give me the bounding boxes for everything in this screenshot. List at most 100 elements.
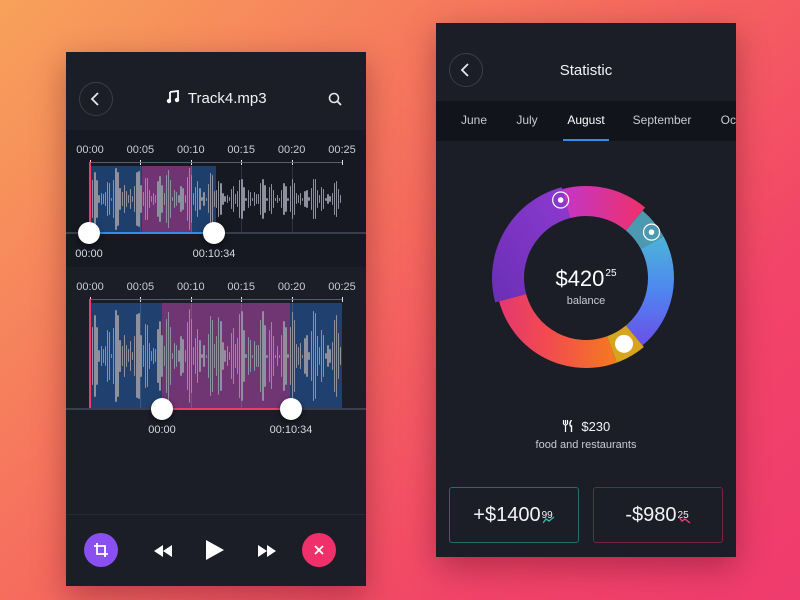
waveform-bar [148,342,151,370]
waveform-bar [308,352,310,360]
waveform-bar [268,187,270,211]
tab-july[interactable]: July [516,113,537,127]
expense-card[interactable]: -$980 25 [593,487,723,543]
month-tabs: June July August September Oct [436,101,736,141]
back-button[interactable] [79,82,113,116]
balance-dollars: $420 [555,266,605,291]
waveform-bar [293,319,296,393]
timeline-tick-label: 00:10 [177,281,205,293]
income-amount: +$1400 [473,503,541,526]
waveform-bar [329,196,331,202]
trim-start-handle[interactable] [151,398,173,420]
trim-start-time: 00:00 [148,424,176,436]
waveform-bar [205,197,207,201]
waveform-bar [106,181,109,217]
waveform-bar [295,193,298,205]
waveform-bar [119,339,121,373]
tab-september[interactable]: September [633,113,692,127]
waveform-bar [127,194,130,204]
waveform-bar [106,329,109,383]
tab-october[interactable]: Oct [721,113,736,127]
segment-marker-teal-dot [648,229,655,235]
waveform-track-2: 00:00 00:05 00:10 00:15 00:20 00:25 00:00 00:10… [66,267,366,467]
rewind-icon [154,545,172,557]
waveform-bar [169,326,172,386]
category-amount-value: $230 [581,419,611,434]
waveform-bar [274,197,277,201]
waveform-bar [224,196,226,202]
waveform-bar [121,345,123,367]
waveform-bar [209,172,212,225]
crop-icon [94,543,108,557]
active-tab-indicator [563,139,609,141]
waveform-bar [331,342,333,370]
waveform-bar [291,179,293,219]
close-button[interactable] [302,533,336,567]
fast-forward-icon [258,545,276,557]
waveform-bar [100,346,102,366]
track-selection [90,232,214,234]
play-button[interactable] [205,539,225,566]
waveform-bar [98,194,100,204]
waveform-bar [127,349,130,363]
search-icon [328,92,342,106]
search-button[interactable] [328,92,342,111]
waveform-bar [228,351,230,361]
trim-start-handle[interactable] [78,222,100,244]
waveform-bar [186,176,188,222]
chevron-left-icon [90,92,99,106]
waveform-bar [333,182,335,216]
waveform-bar [329,349,331,363]
waveform-bar [211,319,214,393]
waveform-bar [274,354,277,358]
waveform-bar [142,192,144,206]
timeline-tick-label: 00:15 [227,281,255,293]
timeline-tick-label: 00:15 [227,144,255,156]
trim-end-time: 00:10:34 [192,248,236,260]
waveform-bar [230,188,233,210]
timeline-tick-label: 00:10 [177,144,205,156]
tab-august[interactable]: August [567,113,604,127]
waveform-bar [184,195,186,203]
crop-button[interactable] [84,533,118,567]
waveform-bar [184,350,186,362]
trim-end-handle[interactable] [203,222,225,244]
waveform-bar [226,194,228,204]
timeline-tick-label: 00:20 [277,144,306,156]
waveform-bar [203,344,205,368]
waveform-bar [312,310,314,402]
waveform-bar [268,329,270,383]
tab-june[interactable]: June [461,113,487,127]
segment-marker-purple-dot [557,197,564,203]
waveform-bar [266,197,268,201]
waveform-bar [161,335,163,377]
expense-amount: -$980 [625,503,677,526]
waveform-bar [211,175,214,223]
forward-button[interactable] [256,544,278,562]
trend-up-icon [542,516,555,524]
music-note-icon [166,89,180,104]
waveform-bar [266,354,268,358]
rewind-button[interactable] [152,544,174,562]
waveform-bar [247,190,249,208]
waveform-bar [289,327,291,385]
waveform-area [90,303,342,409]
track-selection [162,408,291,410]
waveform-bar [272,335,275,377]
waveform-bar [333,320,335,392]
waveform-bar [125,344,128,368]
trim-end-handle[interactable] [280,398,302,420]
income-card[interactable]: +$1400 99 [449,487,579,543]
waveform-bar [102,349,104,363]
track-title-group: Track4.mp3 [166,89,267,107]
waveform-bar [163,346,165,366]
timeline-tick-label: 00:05 [126,281,155,293]
playback-controls [66,514,366,586]
waveform-bar [251,354,254,358]
donut-drag-handle[interactable] [615,334,633,353]
statistic-header: Statistic [436,23,736,101]
waveform-bar [232,186,235,212]
timeline-tick-label: 00:05 [126,144,155,156]
waveform-bar [146,324,149,388]
waveform-bar [251,197,254,201]
